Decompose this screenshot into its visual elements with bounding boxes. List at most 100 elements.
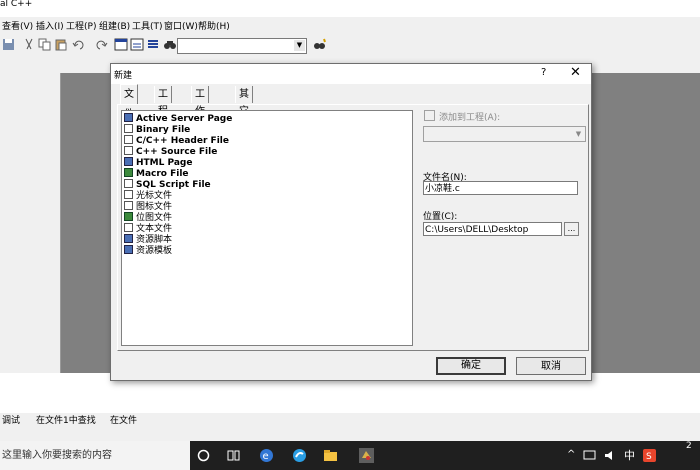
sogou-tray-icon[interactable]: S xyxy=(642,448,657,463)
source-file-icon xyxy=(124,146,133,155)
macro-file-icon xyxy=(124,168,133,177)
output-tab-debug[interactable]: 调试 xyxy=(2,413,20,426)
tab-other-documents[interactable]: 其它文档 xyxy=(235,86,253,151)
copy-icon[interactable] xyxy=(38,38,52,51)
browse-button[interactable]: ... xyxy=(564,222,579,236)
tab-workspaces[interactable]: 工作区 xyxy=(191,86,209,134)
find-combo[interactable]: ▼ xyxy=(177,38,307,54)
list-item-label: 资源模板 xyxy=(136,246,173,256)
header-file-icon xyxy=(124,135,133,144)
tab-files[interactable]: 文件 xyxy=(120,84,138,120)
visual-cpp-icon[interactable] xyxy=(359,448,374,463)
add-to-project-label: 添加到工程(A): xyxy=(439,113,501,123)
list-item[interactable]: 资源脚本 xyxy=(124,234,172,245)
menu-build[interactable]: 组建(B) xyxy=(99,19,130,32)
list-item-label: 光标文件 xyxy=(136,191,173,201)
menu-project[interactable]: 工程(P) xyxy=(66,19,96,32)
undo-icon[interactable] xyxy=(72,38,86,51)
list-item-label: HTML Page xyxy=(136,158,193,168)
paste-icon[interactable] xyxy=(54,38,68,51)
output-window-icon[interactable] xyxy=(130,38,144,51)
location-label: 位置(C): xyxy=(423,212,458,222)
bitmap-file-icon xyxy=(124,212,133,221)
status-bar xyxy=(0,427,700,441)
list-item-label: Binary File xyxy=(136,125,191,135)
list-item[interactable]: 图标文件 xyxy=(124,201,172,212)
list-item-label: Macro File xyxy=(136,169,189,179)
binary-file-icon xyxy=(124,124,133,133)
list-item-label: C++ Source File xyxy=(136,147,218,157)
svg-text:e: e xyxy=(263,451,269,462)
menu-window[interactable]: 窗口(W) xyxy=(164,19,198,32)
workspace-window-icon[interactable] xyxy=(114,38,128,51)
list-item[interactable]: 文本文件 xyxy=(124,223,172,234)
text-file-icon xyxy=(124,223,133,232)
clock: 2 xyxy=(686,441,692,451)
menu-help[interactable]: 帮助(H) xyxy=(198,19,230,32)
chevron-down-icon[interactable]: ▼ xyxy=(573,128,584,140)
html-page-icon xyxy=(124,157,133,166)
task-view-icon[interactable] xyxy=(226,448,241,463)
redo-icon[interactable] xyxy=(94,38,108,51)
list-item[interactable]: SQL Script File xyxy=(124,179,211,190)
list-item[interactable]: 资源模板 xyxy=(124,245,172,256)
menu-tools[interactable]: 工具(T) xyxy=(132,19,163,32)
tray-chevron-icon[interactable]: ^ xyxy=(567,449,575,460)
help-icon[interactable]: ? xyxy=(541,67,546,78)
edge-icon[interactable]: e xyxy=(259,448,274,463)
output-tabs: 调试 在文件1中查找 在文件 xyxy=(0,413,700,427)
list-item[interactable]: Macro File xyxy=(124,168,189,179)
taskbar-search-input[interactable]: 这里输入你要搜索的内容 xyxy=(0,441,190,470)
list-item-label: 资源脚本 xyxy=(136,235,173,245)
output-tab-find2[interactable]: 在文件 xyxy=(110,413,137,426)
location-input[interactable]: C:\Users\DELL\Desktop xyxy=(423,222,562,236)
filename-input[interactable]: 小凉鞋.c xyxy=(423,181,578,195)
list-item[interactable]: Active Server Page xyxy=(124,113,232,124)
find-in-files-icon[interactable] xyxy=(163,38,177,51)
resource-template-icon xyxy=(124,245,133,254)
volume-icon[interactable] xyxy=(603,448,618,463)
ime-icon[interactable]: 中 xyxy=(624,447,635,463)
list-item-label: 位图文件 xyxy=(136,213,173,223)
cut-icon[interactable] xyxy=(22,38,36,51)
dialog-title-bar: 新建 ? ✕ xyxy=(111,64,591,84)
file-explorer-icon[interactable] xyxy=(323,448,338,463)
tab-projects[interactable]: 工程 xyxy=(154,86,172,117)
chevron-down-icon[interactable]: ▼ xyxy=(294,40,305,51)
close-icon[interactable]: ✕ xyxy=(570,65,581,80)
cursor-file-icon xyxy=(124,190,133,199)
app-title-bar: al C++ xyxy=(0,0,700,17)
list-item-label: 文本文件 xyxy=(136,224,173,234)
svg-text:S: S xyxy=(646,452,652,462)
menu-insert[interactable]: 插入(I) xyxy=(36,19,64,32)
list-item[interactable]: HTML Page xyxy=(124,157,192,168)
network-icon[interactable] xyxy=(582,448,597,463)
taskbar: 这里输入你要搜索的内容 e ^ 中 S 2 xyxy=(0,441,700,470)
file-type-list[interactable]: Active Server Page Binary File C/C++ Heade… xyxy=(121,110,413,346)
ok-button[interactable]: 确定 xyxy=(436,357,506,375)
cortana-icon[interactable] xyxy=(196,448,211,463)
window-list-icon[interactable] xyxy=(146,38,160,51)
list-item-label: SQL Script File xyxy=(136,180,211,190)
list-item[interactable]: C/C++ Header File xyxy=(124,135,229,146)
icon-file-icon xyxy=(124,201,133,210)
save-icon[interactable] xyxy=(2,38,16,51)
menu-view[interactable]: 查看(V) xyxy=(2,19,33,32)
checkbox-box[interactable] xyxy=(424,110,435,121)
output-tab-find1[interactable]: 在文件1中查找 xyxy=(36,413,96,426)
list-item-label: C/C++ Header File xyxy=(136,136,229,146)
new-file-dialog: 新建 ? ✕ 文件 工程 工作区 其它文档 Active Server Page… xyxy=(110,63,592,381)
resource-script-icon xyxy=(124,234,133,243)
list-item[interactable]: Binary File xyxy=(124,124,190,135)
sogou-icon[interactable] xyxy=(292,448,307,463)
workspace-pane[interactable] xyxy=(0,73,61,373)
list-item[interactable]: 位图文件 xyxy=(124,212,172,223)
app-title: al C++ xyxy=(0,0,33,9)
list-item[interactable]: 光标文件 xyxy=(124,190,172,201)
find-icon[interactable] xyxy=(312,38,326,51)
cancel-button[interactable]: 取消 xyxy=(516,357,586,375)
list-item[interactable]: C++ Source File xyxy=(124,146,217,157)
dialog-title: 新建 xyxy=(114,71,133,81)
project-select[interactable]: ▼ xyxy=(423,126,586,142)
add-to-project-checkbox[interactable]: 添加到工程(A): xyxy=(424,110,500,123)
